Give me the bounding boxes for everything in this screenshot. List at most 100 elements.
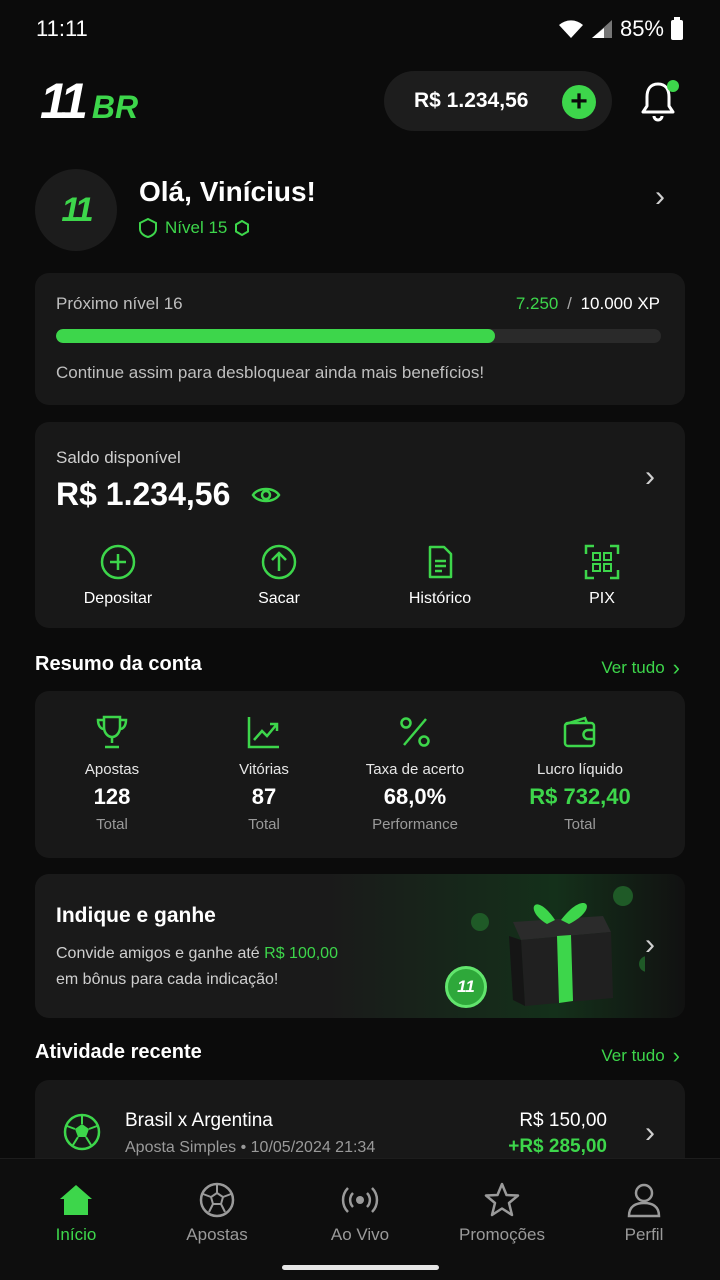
stat-sub: Total	[96, 816, 128, 833]
pix-label: PIX	[589, 590, 615, 607]
nav-home[interactable]: Início	[6, 1181, 146, 1245]
activity-see-all-link[interactable]: Ver tudo ›	[601, 1043, 680, 1069]
stat-sub: Total	[248, 816, 280, 833]
home-icon	[60, 1185, 92, 1215]
battery-percent: 85%	[619, 16, 664, 41]
summary-card: Apostas 128 Total Vitórias 87 Total Taxa…	[35, 691, 685, 858]
greeting: Olá, Vinícius!	[139, 176, 316, 207]
nav-live[interactable]: Ao Vivo	[290, 1181, 430, 1245]
logo-suffix: BR	[91, 89, 139, 125]
notification-dot	[667, 80, 679, 92]
activity-match: Brasil x Argentina	[125, 1110, 273, 1131]
chart-up-icon	[247, 717, 279, 749]
activity-amount: R$ 150,00	[519, 1110, 607, 1131]
wallet-card[interactable]: Saldo disponível R$ 1.234,56 › Depositar…	[35, 422, 685, 628]
eye-icon[interactable]	[251, 483, 281, 507]
activity-see-all-label: Ver tudo	[601, 1046, 665, 1065]
qr-code-icon	[584, 544, 620, 580]
star-icon	[484, 1182, 520, 1217]
level-badge: Nível 15	[139, 218, 250, 238]
nav-label: Promoções	[459, 1225, 545, 1244]
add-funds-button[interactable]: +	[562, 85, 596, 119]
activity-details: Aposta Simples • 10/05/2024 21:34	[125, 1139, 376, 1156]
document-icon	[428, 545, 453, 579]
xp-current: 7.250	[515, 294, 559, 313]
stat-label: Lucro líquido	[537, 761, 623, 778]
wifi-icon	[558, 20, 583, 38]
xp-values: 7.250 / 10.000 XP	[516, 294, 660, 314]
promo-chevron-icon[interactable]: ›	[645, 928, 655, 962]
stat-sub: Performance	[372, 816, 458, 833]
promo-title: Indique e ganhe	[56, 904, 216, 927]
referral-promo-card[interactable]: Indique e ganhe Convide amigos e ganhe a…	[35, 874, 685, 1018]
battery-icon	[671, 17, 683, 40]
history-label: Histórico	[408, 590, 472, 607]
stat-value: R$ 732,40	[529, 784, 631, 809]
avatar[interactable]: 11	[35, 169, 117, 251]
profile-chevron-icon[interactable]: ›	[655, 180, 665, 214]
deposit-label: Depositar	[83, 590, 153, 607]
plus-circle-icon	[100, 544, 136, 580]
deposit-button[interactable]: Depositar	[58, 544, 178, 608]
xp-progress-bar	[56, 329, 661, 343]
balance-label: Saldo disponível	[56, 448, 181, 467]
home-indicator[interactable]	[282, 1265, 439, 1270]
stat-bets: Apostas 128 Total	[37, 713, 187, 833]
stat-value: 68,0%	[383, 784, 447, 809]
bottom-navigation: Início Apostas Ao Vivo Promoções Perfil	[0, 1158, 720, 1280]
percent-icon	[400, 717, 430, 747]
stat-value: 128	[93, 784, 131, 809]
promo-text-end: em bônus para cada indicação!	[56, 971, 279, 988]
stat-value: 87	[251, 784, 277, 809]
xp-separator: /	[567, 294, 572, 313]
history-button[interactable]: Histórico	[380, 544, 500, 608]
live-broadcast-icon	[341, 1187, 379, 1213]
header-balance-pill[interactable]: R$ 1.234,56 +	[384, 71, 612, 131]
pix-button[interactable]: PIX	[542, 544, 662, 608]
xp-hint: Continue assim para desbloquear ainda ma…	[56, 363, 485, 382]
nav-promotions[interactable]: Promoções	[432, 1181, 572, 1245]
status-indicators: 85%	[558, 16, 684, 42]
stat-wins: Vitórias 87 Total	[189, 713, 339, 833]
activity-title: Atividade recente	[35, 1041, 202, 1063]
coin-text: 11	[457, 977, 475, 996]
promo-text-start: Convide amigos e ganhe até	[56, 945, 265, 962]
logo-number: 11	[40, 73, 88, 129]
signal-icon	[591, 20, 612, 38]
wallet-chevron-icon[interactable]: ›	[645, 460, 655, 494]
promo-text: Convide amigos e ganhe até R$ 100,00 em …	[56, 941, 396, 993]
app-logo[interactable]: 11 BR	[40, 73, 139, 130]
nav-bets[interactable]: Apostas	[147, 1181, 287, 1245]
stat-net-profit: Lucro líquido R$ 732,40 Total	[505, 713, 655, 833]
wallet-icon	[563, 716, 596, 748]
summary-see-all-link[interactable]: Ver tudo ›	[601, 655, 680, 681]
coin-icon: 11	[445, 966, 487, 1008]
stat-sub: Total	[564, 816, 596, 833]
withdraw-button[interactable]: Sacar	[219, 544, 339, 608]
stat-label: Vitórias	[239, 761, 289, 778]
user-icon	[627, 1183, 661, 1218]
level-text: Nível 15	[165, 218, 228, 237]
hexagon-icon	[235, 220, 250, 236]
stat-label: Apostas	[84, 761, 140, 778]
trophy-icon	[96, 715, 128, 749]
xp-progress-fill	[56, 329, 495, 343]
nav-profile[interactable]: Perfil	[574, 1181, 714, 1245]
soccer-ball-icon	[199, 1182, 235, 1218]
promo-highlight: R$ 100,00	[264, 945, 338, 962]
balance-value: R$ 1.234,56	[56, 476, 231, 512]
chevron-right-icon: ›	[672, 1043, 680, 1068]
summary-title: Resumo da conta	[35, 653, 202, 675]
withdraw-label: Sacar	[258, 590, 300, 607]
nav-label: Perfil	[624, 1225, 664, 1244]
chevron-right-icon: ›	[672, 655, 680, 680]
avatar-logo: 11	[61, 190, 93, 229]
activity-chevron-icon[interactable]: ›	[645, 1116, 655, 1150]
header-balance: R$ 1.234,56	[414, 89, 529, 112]
xp-goal: 10.000 XP	[580, 294, 660, 313]
nav-label: Início	[55, 1225, 97, 1244]
stat-hit-rate: Taxa de acerto 68,0% Performance	[340, 713, 490, 833]
shield-icon	[139, 218, 157, 238]
activity-win: +R$ 285,00	[508, 1136, 607, 1157]
status-time: 11:11	[36, 16, 88, 41]
